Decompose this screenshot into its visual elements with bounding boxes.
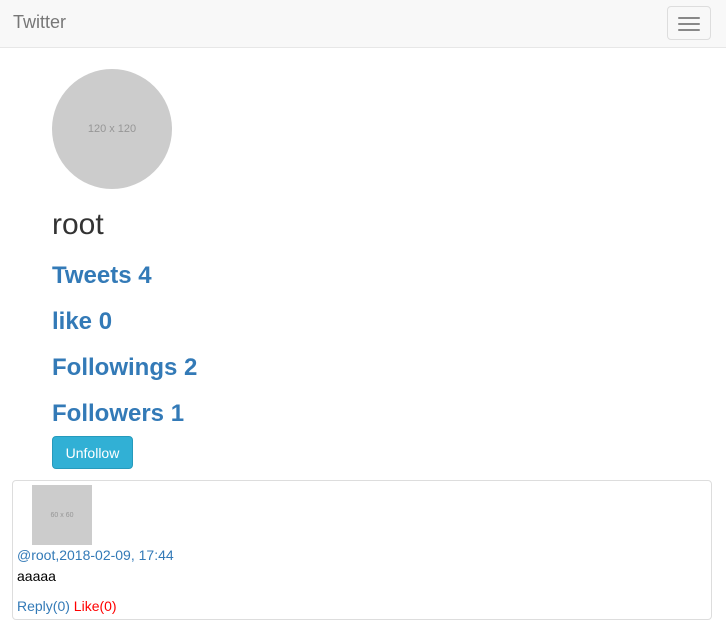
brand-link[interactable]: Twitter <box>13 12 66 32</box>
likes-count-link[interactable]: like 0 <box>52 308 112 336</box>
tweets-count-link[interactable]: Tweets 4 <box>52 262 152 290</box>
tweet-card: 60 x 60 @root,2018-02-09, 17:44 aaaaa Re… <box>12 480 712 620</box>
profile-avatar: 120 x 120 <box>52 69 172 189</box>
tweet-author-thumbnail: 60 x 60 <box>32 485 92 545</box>
unfollow-button[interactable]: Unfollow <box>52 436 133 469</box>
tweet-actions: Reply(0) Like(0) <box>17 597 117 615</box>
tweet-meta: @root,2018-02-09, 17:44 <box>17 546 174 564</box>
tweet-timestamp: 2018-02-09, 17:44 <box>59 547 174 563</box>
tweet-content: aaaaa <box>17 568 56 584</box>
tweet-author-link[interactable]: @root <box>17 547 55 563</box>
hamburger-bar <box>678 29 700 31</box>
followers-count-link[interactable]: Followers 1 <box>52 400 184 428</box>
avatar-placeholder-text: 120 x 120 <box>87 123 137 135</box>
like-link[interactable]: Like(0) <box>74 598 117 614</box>
followings-count-link[interactable]: Followings 2 <box>52 354 197 382</box>
hamburger-bar <box>678 23 700 25</box>
reply-link[interactable]: Reply(0) <box>17 598 70 614</box>
profile-username: root <box>52 208 104 241</box>
top-navbar: Twitter <box>0 0 726 48</box>
hamburger-bar <box>678 17 700 19</box>
thumb-placeholder-text: 60 x 60 <box>50 511 74 519</box>
menu-toggle-button[interactable] <box>667 6 711 40</box>
